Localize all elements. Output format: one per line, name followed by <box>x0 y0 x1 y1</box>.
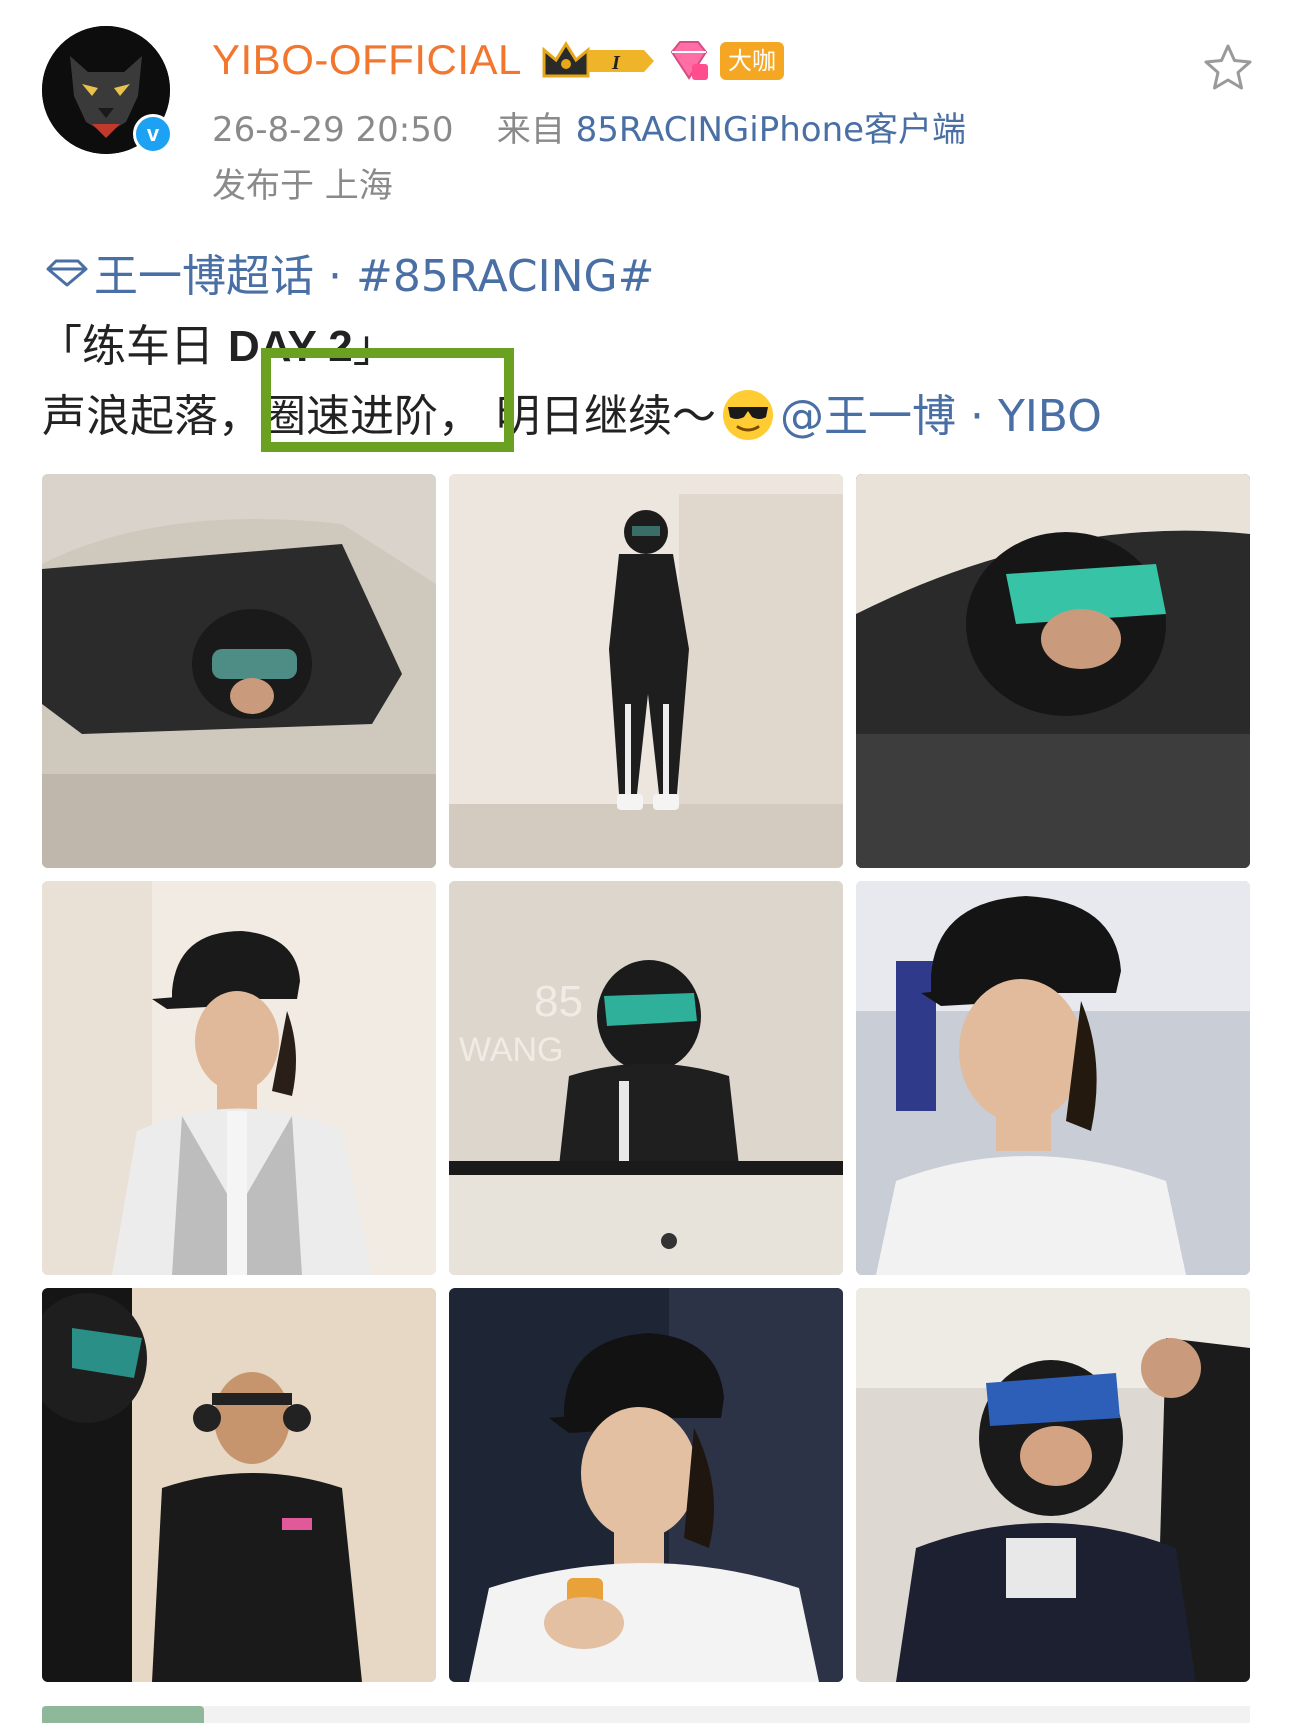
crown-level-icon: I <box>542 41 654 78</box>
photo-helmet-in-car <box>856 474 1250 868</box>
next-section-preview <box>42 1706 1250 1723</box>
svg-text:I: I <box>611 52 621 74</box>
photo-2[interactable] <box>449 474 843 868</box>
weibo-post: v YIBO-OFFICIAL I 大咖 26-8-29 20:50 来自 85… <box>0 0 1290 1723</box>
username[interactable]: YIBO-OFFICIAL <box>212 36 522 84</box>
line2-part1: 声浪起落， <box>42 391 262 442</box>
photo-portrait-cap <box>42 881 436 1275</box>
photo-6[interactable] <box>856 881 1250 1275</box>
photo-5[interactable]: 85 WANG <box>449 881 843 1275</box>
photo-8[interactable] <box>449 1288 843 1682</box>
photo-driver-standing <box>449 474 843 868</box>
highlight-annotation <box>261 348 514 452</box>
photo-3[interactable] <box>856 474 1250 868</box>
diamond-icon <box>46 259 88 287</box>
photo-driver-in-car-side <box>42 474 436 868</box>
mention-link[interactable]: @王一博 · YIBO <box>780 391 1102 442</box>
photo-portrait-closeup <box>856 881 1250 1275</box>
photo-team-headset <box>42 1288 436 1682</box>
preview-thumbnail <box>42 1706 204 1723</box>
photo-9[interactable] <box>856 1288 1250 1682</box>
svg-text:WANG: WANG <box>459 1031 564 1069</box>
super-topic-link[interactable]: 王一博超话 · #85RACING# <box>44 240 655 304</box>
verified-badge-icon: v <box>133 114 173 154</box>
location: 发布于 上海 <box>212 166 393 206</box>
star-outline-icon[interactable] <box>1200 40 1256 96</box>
photo-7[interactable] <box>42 1288 436 1682</box>
timestamp: 26-8-29 20:50 <box>212 110 454 150</box>
cool-sunglasses-emoji-icon <box>723 390 773 440</box>
vip-badge: 大咖 <box>720 42 784 80</box>
svg-text:85: 85 <box>534 977 583 1026</box>
photo-1[interactable] <box>42 474 436 868</box>
photo-helmet-by-wall: 85 WANG <box>449 881 843 1275</box>
user-badges: I 大咖 <box>540 38 784 84</box>
topic-text: 王一博超话 · #85RACING# <box>94 251 655 302</box>
photo-4[interactable] <box>42 881 436 1275</box>
gem-icon <box>670 41 708 80</box>
line1-prefix: 「练车日 <box>38 321 228 372</box>
photo-helmet-with-crew <box>856 1288 1250 1682</box>
source-link[interactable]: 85RACINGiPhone客户端 <box>576 110 967 150</box>
photo-grid: 85 WANG <box>42 474 1250 1682</box>
post-meta: 26-8-29 20:50 来自 85RACINGiPhone客户端 <box>212 102 966 151</box>
source-prefix: 来自 <box>496 110 565 150</box>
photo-holding-drink <box>449 1288 843 1682</box>
line2-part2: 明日继续～ <box>482 391 716 442</box>
post-text-line-2: 声浪起落，圈速进阶， 明日继续～ @王一博 · YIBO <box>42 380 1102 447</box>
